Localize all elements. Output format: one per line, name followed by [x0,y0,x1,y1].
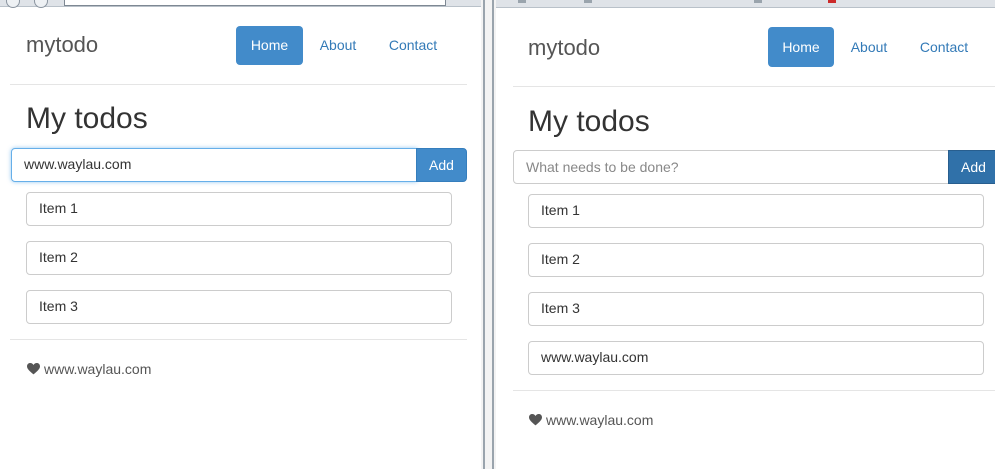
window-divider [481,0,496,469]
address-bar[interactable] [64,0,446,6]
footer: www.waylau.com [27,361,151,378]
todo-input[interactable]: What needs to be done? [513,150,949,184]
heart-icon [529,413,542,429]
todo-item[interactable]: Item 3 [26,290,452,324]
todo-item[interactable]: Item 1 [26,192,452,226]
todo-item[interactable]: Item 2 [528,243,984,277]
footer-divider [513,390,995,391]
right-browser-pane: mytodo Home About Contact My todos What … [496,0,995,469]
nav-about[interactable]: About [313,37,363,53]
header-divider [10,84,467,85]
nav-contact[interactable]: Contact [914,39,974,55]
todo-item[interactable]: Item 1 [528,194,984,228]
browser-toolbar [0,0,481,8]
todo-item[interactable]: www.waylau.com [528,341,984,375]
heart-icon [27,362,40,378]
footer-divider [10,339,467,340]
page-title: My todos [26,102,148,135]
nav-home[interactable]: Home [236,26,303,65]
todo-item[interactable]: Item 2 [26,241,452,275]
nav-about[interactable]: About [844,39,894,55]
nav-home[interactable]: Home [768,27,834,67]
navbar-brand[interactable]: mytodo [26,32,98,58]
browser-toolbar [496,0,995,8]
todo-input[interactable]: www.waylau.com [11,148,417,182]
footer-link[interactable]: www.waylau.com [546,412,653,428]
footer-link[interactable]: www.waylau.com [44,361,151,377]
refresh-icon[interactable] [34,0,48,8]
add-button[interactable]: Add [416,148,467,182]
footer: www.waylau.com [529,412,653,429]
navbar-brand[interactable]: mytodo [528,35,600,61]
todo-item[interactable]: Item 3 [528,292,984,326]
back-icon[interactable] [6,0,20,8]
nav-contact[interactable]: Contact [383,37,443,53]
header-divider [513,86,995,87]
left-browser-pane: mytodo Home About Contact My todos www.w… [0,0,481,469]
add-button[interactable]: Add [948,150,995,184]
page-title: My todos [528,105,650,138]
